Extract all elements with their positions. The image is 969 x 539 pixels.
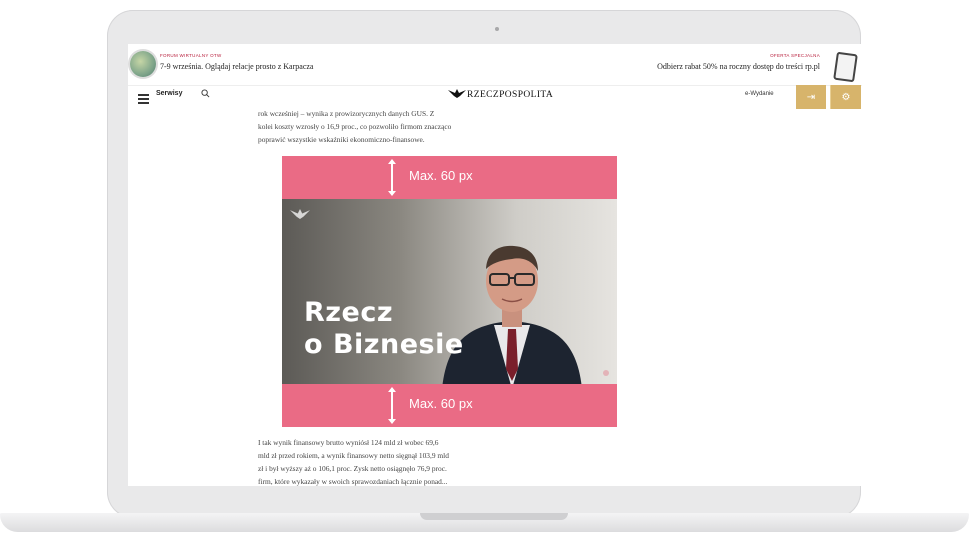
double-arrow-icon	[388, 387, 396, 424]
video-title-line: o Biznesie	[304, 329, 464, 360]
eagle-logo-icon	[448, 89, 466, 98]
double-arrow-icon	[388, 159, 396, 196]
ad-margin-bottom: Max. 60 px	[282, 384, 617, 427]
site-logo[interactable]: RZECZPOSPOLITA	[448, 89, 553, 100]
text-line: zł i był wyższy aż o 106,1 proc. Zysk ne…	[258, 464, 447, 473]
text-line: firm, które wykazały w swoich sprawozdan…	[258, 477, 448, 486]
login-icon: ⇥	[806, 91, 816, 103]
ad-margin-label: Max. 60 px	[409, 396, 473, 411]
laptop-screen: FORUM WIRTUALNY OTW 7-9 września. Ogląda…	[128, 44, 862, 486]
ad-margin-top: Max. 60 px	[282, 156, 617, 199]
search-icon[interactable]	[201, 89, 210, 98]
settings-button[interactable]: ⚙	[830, 85, 861, 109]
serwisy-menu-button[interactable]: Serwisy	[156, 90, 182, 97]
video-title: Rzecz o Biznesie	[304, 297, 464, 361]
article-paragraph: I tak wynik finansowy brutto wyniósł 124…	[258, 436, 588, 486]
article-paragraph: rok wcześniej – wynika z prowizorycznych…	[258, 107, 588, 146]
e-wydanie-link[interactable]: e-Wydanie	[745, 91, 774, 97]
laptop-notch	[420, 513, 568, 520]
text-line: I tak wynik finansowy brutto wyniósł 124…	[258, 438, 439, 447]
text-line: mld zł przed rokiem, a wynik finansowy n…	[258, 451, 449, 460]
hamburger-menu-icon[interactable]	[138, 94, 149, 106]
tablet-icon[interactable]	[833, 51, 858, 83]
video-title-line: Rzecz	[304, 297, 394, 328]
forum-globe-icon[interactable]	[130, 51, 156, 77]
gear-icon: ⚙	[841, 91, 851, 103]
eagle-watermark-icon	[290, 209, 310, 219]
camera-dot	[495, 27, 499, 31]
video-player[interactable]: Rzecz o Biznesie	[282, 199, 617, 384]
logo-text: RZECZPOSPOLITA	[467, 90, 554, 100]
promo-left-link[interactable]: 7-9 września. Oglądaj relacje prosto z K…	[160, 62, 313, 71]
text-line: poprawić wszystkie wskaźniki ekonomiczno…	[258, 135, 425, 144]
login-button[interactable]: ⇥	[796, 85, 826, 109]
text-line: rok wcześniej – wynika z prowizorycznych…	[258, 109, 435, 118]
ad-margin-label: Max. 60 px	[409, 168, 473, 183]
promo-left-tag: FORUM WIRTUALNY OTW	[160, 53, 222, 58]
text-line: kolei koszty wzrosły o 16,9 proc., co po…	[258, 122, 452, 131]
promo-right-link[interactable]: Odbierz rabat 50% na roczny dostęp do tr…	[657, 62, 820, 71]
video-indicator	[603, 370, 609, 376]
promo-right-tag: OFERTA SPECJALNA	[770, 53, 820, 58]
promo-bar: FORUM WIRTUALNY OTW 7-9 września. Ogląda…	[128, 44, 862, 84]
